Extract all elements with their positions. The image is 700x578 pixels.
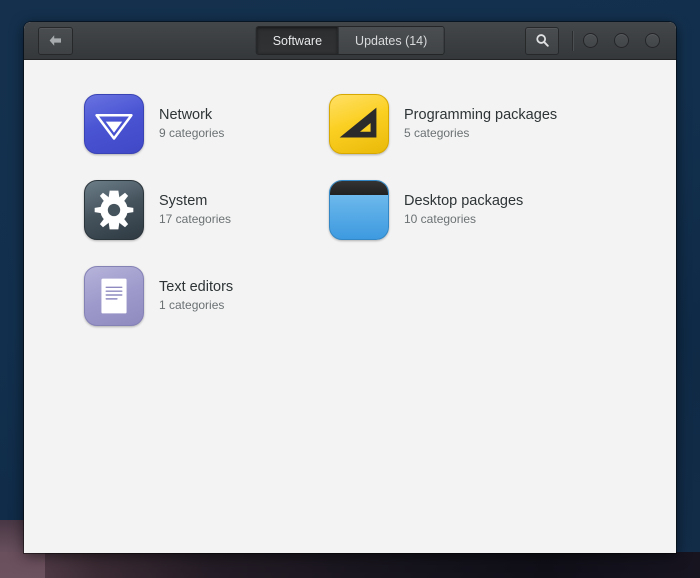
minimize-button[interactable] [583,33,598,48]
maximize-button[interactable] [614,33,629,48]
category-item-text-editors[interactable]: Text editors 1 categories [78,262,239,330]
category-text: System 17 categories [159,192,232,226]
category-text: Desktop packages 10 categories [404,192,524,226]
close-button[interactable] [645,33,660,48]
tab-updates[interactable]: Updates (14) [339,27,444,54]
arrow-left-icon [49,35,61,46]
back-button[interactable] [38,26,73,55]
category-title: Desktop packages [404,192,524,209]
view-tab-group: Software Updates (14) [255,26,445,55]
text-document-icon [101,278,127,314]
desktop-background: Software Updates (14) Network 9 categori… [0,0,700,578]
category-item-desktop-packages[interactable]: Desktop packages 10 categories [323,176,529,244]
content-area: Network 9 categories Programming package… [24,60,676,552]
category-text: Programming packages 5 categories [404,106,558,140]
category-subtitle: 17 categories [159,211,232,226]
category-title: System [159,192,208,209]
set-square-icon [329,94,389,154]
category-subtitle: 10 categories [404,211,477,226]
triangle-ruler-icon [339,107,377,138]
desktop-bottom-panel [0,552,700,578]
category-text: Text editors 1 categories [159,278,234,312]
header-bar: Software Updates (14) [24,22,676,60]
category-text: Network 9 categories [159,106,225,140]
window-icon [329,180,389,240]
category-item-system[interactable]: System 17 categories [78,176,237,244]
search-button[interactable] [525,26,559,55]
category-title: Network [159,106,213,123]
category-title: Programming packages [404,106,558,123]
window-controls [583,33,666,48]
search-icon [535,34,549,47]
category-subtitle: 9 categories [159,125,225,140]
category-subtitle: 1 categories [159,297,225,312]
wifi-cone-icon [95,114,133,140]
category-subtitle: 5 categories [404,125,470,140]
category-title: Text editors [159,278,234,295]
header-right-group [525,26,666,55]
gear-icon [84,180,144,240]
category-item-programming-packages[interactable]: Programming packages 5 categories [323,90,563,158]
software-application-window: Software Updates (14) Network 9 categori… [24,22,676,553]
network-icon [84,94,144,154]
cog-icon [94,190,134,230]
tab-software[interactable]: Software [256,27,340,54]
category-item-network[interactable]: Network 9 categories [78,90,230,158]
window-icon-titlebar [330,181,388,195]
category-grid: Network 9 categories Programming package… [24,90,676,330]
header-separator [572,30,574,51]
document-icon [84,266,144,326]
